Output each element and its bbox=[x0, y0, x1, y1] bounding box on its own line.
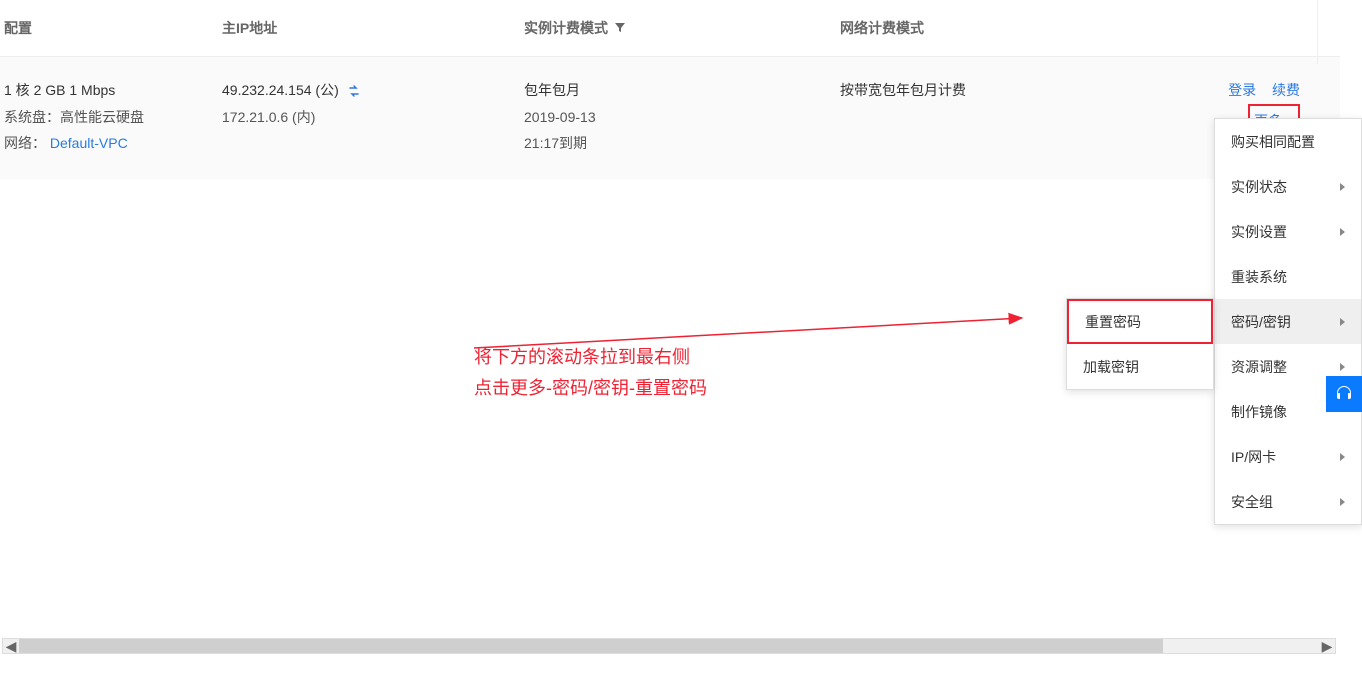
dd-item-label: 购买相同配置 bbox=[1231, 132, 1315, 152]
ip-private: 172.21.0.6 (内) bbox=[222, 104, 524, 131]
annotation-text: 将下方的滚动条拉到最右侧 点击更多-密码/密钥-重置密码 bbox=[474, 342, 974, 403]
chevron-right-icon bbox=[1340, 498, 1345, 506]
dd-buy-same-config[interactable]: 购买相同配置 bbox=[1215, 119, 1361, 164]
cell-ip: 49.232.24.154 (公) 172.21.0.6 (内) bbox=[222, 77, 524, 157]
annotation-line2: 点击更多-密码/密钥-重置密码 bbox=[474, 373, 974, 404]
sub-reset-password[interactable]: 重置密码 bbox=[1067, 299, 1213, 344]
col-header-config: 配置 bbox=[4, 18, 222, 38]
chevron-right-icon bbox=[1340, 228, 1345, 236]
config-spec: 1 核 2 GB 1 Mbps bbox=[4, 77, 222, 104]
password-key-submenu: 重置密码 加载密钥 bbox=[1066, 298, 1214, 390]
dd-item-label: 重装系统 bbox=[1231, 267, 1287, 287]
col-header-billing[interactable]: 实例计费模式 bbox=[524, 18, 840, 38]
dd-item-label: 安全组 bbox=[1231, 492, 1273, 512]
network-link[interactable]: Default-VPC bbox=[50, 135, 128, 151]
dd-security-group[interactable]: 安全组 bbox=[1215, 479, 1361, 524]
login-button[interactable]: 登录 bbox=[1228, 77, 1256, 104]
config-disk-value: 高性能云硬盘 bbox=[60, 109, 144, 125]
filter-icon[interactable] bbox=[614, 22, 626, 34]
annotation-arrow bbox=[474, 272, 1034, 352]
dd-instance-settings[interactable]: 实例设置 bbox=[1215, 209, 1361, 254]
annotation-line1: 将下方的滚动条拉到最右侧 bbox=[474, 342, 974, 373]
billing-type: 包年包月 bbox=[524, 77, 840, 104]
ip-public-text: 49.232.24.154 (公) bbox=[222, 82, 339, 98]
config-net-label: 网络： bbox=[4, 135, 46, 151]
scroll-track[interactable] bbox=[19, 639, 1319, 653]
dd-ip-nic[interactable]: IP/网卡 bbox=[1215, 434, 1361, 479]
col-header-net-billing: 网络计费模式 bbox=[840, 18, 1150, 38]
chevron-right-icon bbox=[1340, 453, 1345, 461]
ip-public: 49.232.24.154 (公) bbox=[222, 77, 524, 104]
chevron-right-icon bbox=[1340, 318, 1345, 326]
swap-icon[interactable] bbox=[347, 84, 361, 98]
dd-item-label: 密码/密钥 bbox=[1231, 312, 1291, 332]
chevron-right-icon bbox=[1340, 183, 1345, 191]
renew-button[interactable]: 续费 bbox=[1272, 77, 1300, 104]
dd-password-key[interactable]: 密码/密钥 bbox=[1215, 299, 1361, 344]
scroll-right-button[interactable]: ▶ bbox=[1319, 639, 1335, 653]
table-header-row: 配置 主IP地址 实例计费模式 网络计费模式 bbox=[0, 0, 1340, 56]
scroll-thumb[interactable] bbox=[19, 639, 1163, 653]
dd-item-label: 实例设置 bbox=[1231, 222, 1287, 242]
table-border bbox=[1317, 0, 1318, 64]
cell-billing: 包年包月 2019-09-13 21:17到期 bbox=[524, 77, 840, 157]
headset-icon bbox=[1334, 384, 1354, 404]
instance-table: 配置 主IP地址 实例计费模式 网络计费模式 1 核 2 GB 1 Mbps 系… bbox=[0, 0, 1340, 179]
dd-item-label: 资源调整 bbox=[1231, 357, 1287, 377]
billing-date: 2019-09-13 bbox=[524, 104, 840, 131]
horizontal-scrollbar[interactable]: ◀ ▶ bbox=[2, 638, 1336, 654]
dd-instance-status[interactable]: 实例状态 bbox=[1215, 164, 1361, 209]
dd-item-label: 实例状态 bbox=[1231, 177, 1287, 197]
cell-net-billing: 按带宽包年包月计费 bbox=[840, 77, 1150, 157]
dd-item-label: IP/网卡 bbox=[1231, 447, 1276, 467]
more-dropdown: 购买相同配置 实例状态 实例设置 重装系统 密码/密钥 资源调整 制作镜像 IP… bbox=[1214, 118, 1362, 525]
cell-config: 1 核 2 GB 1 Mbps 系统盘：高性能云硬盘 网络： Default-V… bbox=[4, 77, 222, 157]
table-row: 1 核 2 GB 1 Mbps 系统盘：高性能云硬盘 网络： Default-V… bbox=[0, 56, 1340, 179]
config-disk: 系统盘：高性能云硬盘 bbox=[4, 104, 222, 131]
col-header-billing-label: 实例计费模式 bbox=[524, 18, 608, 38]
scroll-left-button[interactable]: ◀ bbox=[3, 639, 19, 653]
dd-reinstall-system[interactable]: 重装系统 bbox=[1215, 254, 1361, 299]
col-header-ip: 主IP地址 bbox=[222, 18, 524, 38]
config-disk-label: 系统盘： bbox=[4, 109, 60, 125]
config-net: 网络： Default-VPC bbox=[4, 130, 222, 157]
billing-expire: 21:17到期 bbox=[524, 130, 840, 157]
support-fab[interactable] bbox=[1326, 376, 1362, 412]
sub-load-key[interactable]: 加载密钥 bbox=[1067, 344, 1213, 389]
chevron-right-icon bbox=[1340, 363, 1345, 371]
dd-item-label: 制作镜像 bbox=[1231, 402, 1287, 422]
